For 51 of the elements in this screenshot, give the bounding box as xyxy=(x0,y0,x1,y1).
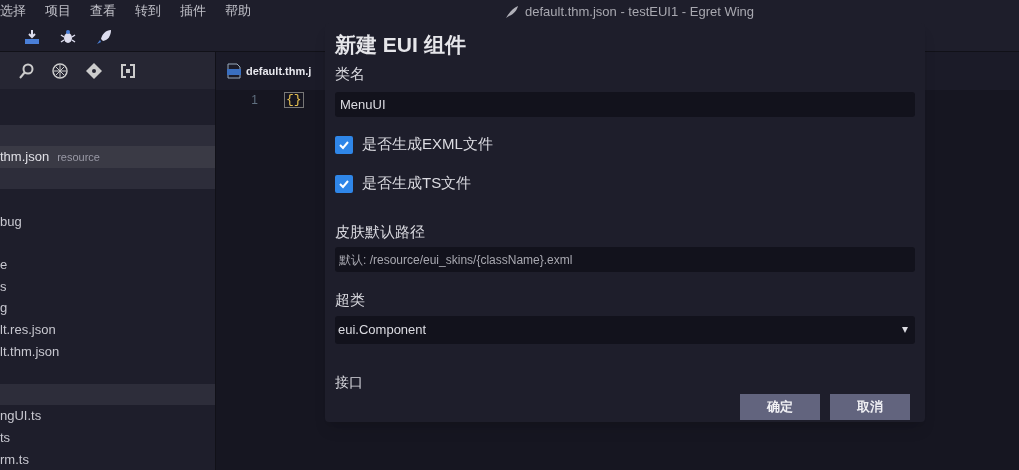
menu-item[interactable]: 插件 xyxy=(180,1,206,21)
menu-item[interactable]: 查看 xyxy=(90,1,116,21)
file-name: thm.json xyxy=(0,148,50,167)
checkbox-label: 是否生成EXML文件 xyxy=(362,134,493,155)
dialog-title: 新建 EUI 组件 xyxy=(335,32,467,58)
file-item[interactable]: ts xyxy=(0,426,215,449)
superclass-dropdown[interactable]: eui.Component xyxy=(335,315,915,344)
checkbox[interactable] xyxy=(335,174,353,193)
bracket-icon[interactable] xyxy=(120,62,136,79)
file-item[interactable]: rm.ts xyxy=(0,448,215,470)
editor-tab[interactable]: default.thm.j xyxy=(246,62,312,80)
file-item[interactable]: lt.res.json xyxy=(0,318,215,341)
file-name: lt.thm.json xyxy=(0,342,60,361)
file-item[interactable]: e xyxy=(0,254,215,276)
checkbox-label: 是否生成TS文件 xyxy=(362,173,472,194)
file-name: bug xyxy=(0,213,22,232)
file-folder: resource xyxy=(57,149,100,165)
file-item[interactable]: thm.json resource xyxy=(0,146,215,168)
dialog-button[interactable]: 取消 xyxy=(830,394,910,420)
line-number: 1 xyxy=(250,92,258,109)
file-item[interactable]: g xyxy=(0,297,215,319)
menu-item[interactable]: 项目 xyxy=(45,1,71,21)
file-name: lt.res.json xyxy=(0,321,56,339)
field-label: 类名 xyxy=(335,64,366,84)
dialog-button[interactable]: 确定 xyxy=(740,394,820,420)
feather-icon xyxy=(505,4,519,19)
class-name-field[interactable]: MenuUI xyxy=(335,91,915,117)
file-name: s xyxy=(0,277,7,296)
field-label: 超类 xyxy=(335,290,366,310)
download-icon[interactable] xyxy=(24,28,40,45)
menu-item[interactable]: 帮助 xyxy=(225,1,251,21)
file-name: g xyxy=(0,299,8,318)
checkbox[interactable] xyxy=(335,135,353,154)
file-name: ngUI.ts xyxy=(0,407,42,426)
file-item[interactable]: s xyxy=(0,275,215,298)
file-name: e xyxy=(0,256,8,275)
skin-path-field[interactable]: 默认: /resource/eui_skins/{className}.exml xyxy=(335,247,915,272)
file-item[interactable]: lt.thm.json xyxy=(0,340,215,363)
field-label: 皮肤默认路径 xyxy=(335,221,426,242)
field-label: 接口 xyxy=(335,374,363,390)
file-name: rm.ts xyxy=(0,450,29,469)
file-item[interactable]: ngUI.ts xyxy=(0,405,215,427)
menu-item[interactable]: 转到 xyxy=(135,1,161,21)
code-text: {} xyxy=(284,92,304,108)
window-title: default.thm.json - testEUI1 - Egret Wing xyxy=(525,3,755,21)
search-icon[interactable] xyxy=(18,62,34,79)
file-name: ts xyxy=(0,428,11,447)
file-item[interactable]: bug xyxy=(0,211,215,233)
json-file-icon xyxy=(226,63,242,79)
menu-item[interactable]: 选择 xyxy=(0,1,26,21)
dropdown-arrow-icon xyxy=(902,326,908,333)
